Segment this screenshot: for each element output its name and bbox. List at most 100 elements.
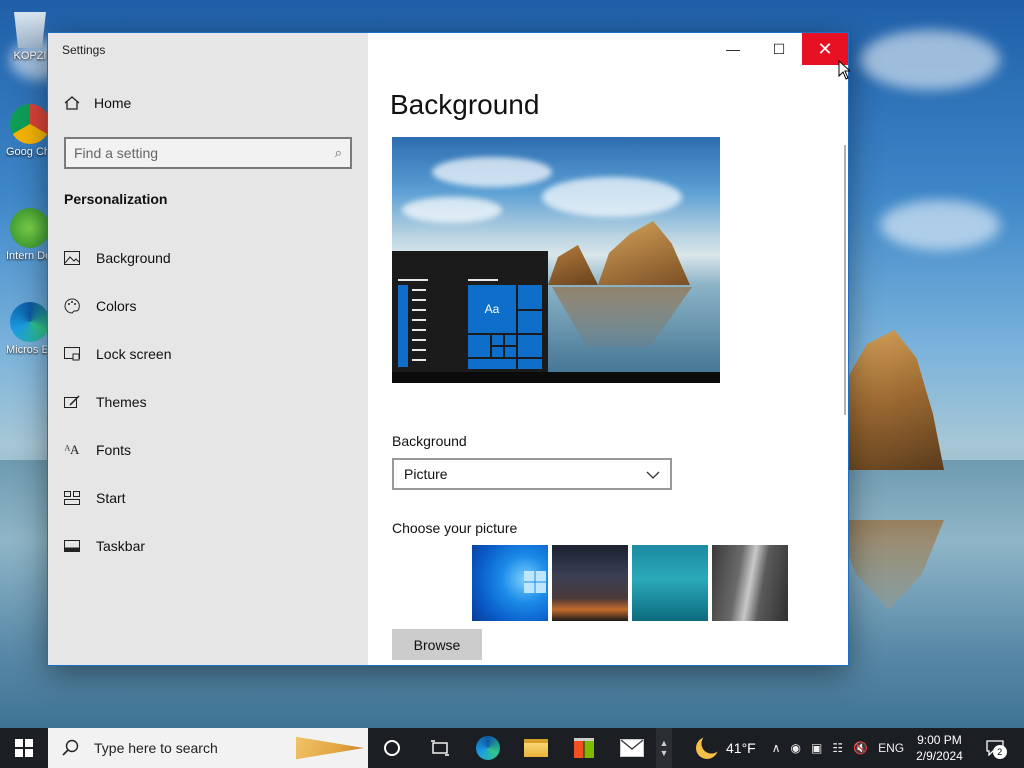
preview-tiles: Aa [468, 285, 542, 371]
system-tray: ∧ ◉ ▣ ☷ 🔇 ENG [772, 741, 904, 755]
maximize-button[interactable]: ☐ [756, 33, 802, 65]
sidebar-item-colors[interactable]: Colors [48, 282, 368, 330]
preview-tile [518, 335, 542, 357]
volume-muted-icon[interactable]: 🔇 [853, 741, 868, 755]
find-setting-input[interactable] [74, 145, 335, 161]
picture-thumb-windows-blue[interactable] [472, 545, 548, 621]
preview-tile [505, 347, 516, 357]
preview-line [412, 299, 426, 301]
weather-temp: 41°F [726, 740, 756, 756]
mail-icon [620, 739, 644, 757]
edge-icon [10, 302, 50, 342]
content-scrollbar[interactable] [844, 145, 846, 415]
sidebar-item-lock-screen[interactable]: Lock screen [48, 330, 368, 378]
search-icon[interactable]: ⌕ [335, 145, 342, 161]
camera-icon[interactable]: ▣ [811, 741, 822, 755]
store-icon [574, 738, 594, 758]
taskbar-search[interactable]: Type here to search [48, 728, 368, 768]
windows-logo-icon [15, 739, 33, 757]
find-setting-search[interactable]: ⌕ [64, 137, 352, 169]
taskbar-clock[interactable]: 9:00 PM 2/9/2024 [916, 732, 963, 764]
content-pane: Background Aa Background Picture Choose … [368, 33, 848, 665]
sidebar-item-start[interactable]: Start [48, 474, 368, 522]
preview-line [468, 279, 498, 281]
choose-picture-label: Choose your picture [392, 520, 518, 536]
preview-tile [468, 359, 516, 369]
clock-date: 2/9/2024 [916, 749, 963, 763]
taskbar-icon [64, 538, 80, 554]
preview-line [412, 339, 426, 341]
preview-cloud [432, 157, 552, 187]
home-label: Home [94, 95, 132, 111]
preview-tile [518, 311, 542, 333]
home-icon [64, 96, 80, 110]
cortana-icon [384, 740, 400, 756]
cortana-button[interactable] [368, 728, 416, 768]
preview-line [412, 349, 426, 351]
preview-rock [598, 221, 690, 285]
chrome-icon [10, 104, 50, 144]
mouse-cursor-icon [838, 60, 850, 80]
background-type-value: Picture [404, 466, 448, 482]
internet-download-manager-icon [10, 208, 50, 248]
desktop-icon-idm[interactable]: Intern Downl [6, 208, 54, 263]
window-controls: — ☐ ✕ [710, 33, 848, 65]
task-view-button[interactable] [416, 728, 464, 768]
background-type-dropdown[interactable]: Picture [392, 458, 672, 490]
preview-tile [518, 359, 542, 369]
network-icon[interactable]: ☷ [832, 741, 843, 755]
browse-button[interactable]: Browse [392, 629, 482, 660]
sidebar-item-taskbar[interactable]: Taskbar [48, 522, 368, 570]
sidebar-item-background[interactable]: Background [48, 234, 368, 282]
preview-line [412, 319, 426, 321]
fonts-icon: ᴬA [64, 442, 80, 457]
language-indicator[interactable]: ENG [878, 741, 904, 755]
preview-line [398, 279, 428, 281]
action-center-button[interactable]: 2 [975, 728, 1015, 768]
personalization-nav: Background Colors Lock screen Themes ᴬA … [48, 234, 368, 570]
background-preview: Aa [392, 137, 720, 383]
preview-tile-aa: Aa [468, 285, 516, 333]
file-explorer-icon [524, 739, 548, 757]
preview-line [412, 329, 426, 331]
preview-tile [468, 335, 490, 357]
sidebar: Settings Home ⌕ Personalization Backgrou… [48, 33, 368, 665]
preview-reflection [552, 287, 692, 347]
desktop-icon-recycle-bin[interactable]: KOPZI [6, 8, 54, 63]
picture-icon [64, 250, 80, 266]
start-button[interactable] [0, 728, 48, 768]
edge-icon [476, 736, 500, 760]
weather-widget[interactable]: 41°F [696, 737, 756, 759]
record-icon[interactable]: ◉ [791, 741, 801, 755]
palette-icon [64, 298, 80, 314]
sidebar-item-themes[interactable]: Themes [48, 378, 368, 426]
sidebar-item-label: Colors [96, 298, 137, 314]
minimize-button[interactable]: — [710, 33, 756, 65]
home-nav-item[interactable]: Home [64, 95, 131, 111]
windows-logo-icon [524, 571, 546, 593]
taskbar-edge[interactable] [464, 728, 512, 768]
sidebar-item-fonts[interactable]: ᴬA Fonts [48, 426, 368, 474]
preview-cloud [402, 197, 502, 223]
desktop-icon-chrome[interactable]: Goog Chrom [6, 104, 54, 159]
taskbar-store[interactable] [560, 728, 608, 768]
desktop-icon-edge[interactable]: Micros Edg [6, 302, 54, 357]
preview-tile [492, 335, 503, 345]
picture-thumb-underwater[interactable] [632, 545, 708, 621]
preview-line [412, 309, 426, 311]
preview-tile [492, 347, 503, 357]
taskbar-mail[interactable] [608, 728, 656, 768]
clock-time: 9:00 PM [917, 733, 962, 747]
chevron-up-icon[interactable]: ∧ [772, 741, 781, 755]
sidebar-item-label: Themes [96, 394, 147, 410]
taskbar-file-explorer[interactable] [512, 728, 560, 768]
window-title: Settings [62, 43, 106, 57]
sidebar-item-label: Fonts [96, 442, 132, 458]
preview-line [412, 359, 426, 361]
picture-thumb-night-sky[interactable] [552, 545, 628, 621]
taskbar-apps [368, 728, 656, 768]
taskbar-scroll-arrows[interactable]: ▲ ▼ [656, 728, 672, 768]
picture-thumb-waterfall[interactable] [712, 545, 788, 621]
taskbar-search-placeholder: Type here to search [94, 740, 218, 756]
sidebar-item-label: Start [96, 490, 126, 506]
